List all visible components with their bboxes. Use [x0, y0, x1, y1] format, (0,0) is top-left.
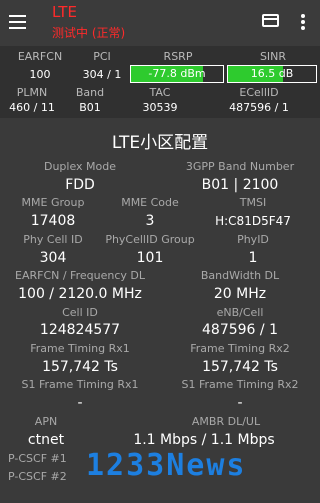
band-number-value: B01 | 2100: [201, 177, 279, 193]
menu-icon[interactable]: [9, 15, 26, 29]
s1-frame-timing-rx2-value: -: [237, 395, 243, 411]
duplex-mode-value: FDD: [65, 177, 95, 193]
band-header: Band: [75, 86, 105, 99]
mme-group-label: MME Group: [21, 196, 85, 209]
frame-timing-rx1-label: Frame Timing Rx1: [30, 342, 130, 355]
enb-cell-value: 487596 / 1: [202, 322, 278, 338]
phy-cell-id-label: Phy Cell ID: [23, 233, 83, 246]
more-vert-icon[interactable]: [300, 14, 306, 30]
rsrp-value: -77.8 dBm: [148, 67, 206, 80]
signal-summary: EARFCN PCI RSRP SINR 100 304 / 1 -77.8 d…: [0, 46, 320, 118]
s1-frame-timing-rx1-label: S1 Frame Timing Rx1: [21, 378, 139, 391]
tac-header: TAC: [149, 86, 171, 99]
earfcn-header: EARFCN: [17, 50, 63, 63]
frame-timing-rx1-value: 157,742 Ts: [42, 359, 118, 375]
enb-cell-label: eNB/Cell: [216, 306, 264, 319]
earfcn-frequency-value: 100 / 2120.0 MHz: [18, 286, 142, 302]
rsrp-level-bar: -77.8 dBm: [130, 65, 224, 83]
frame-timing-rx2-label: Frame Timing Rx2: [190, 342, 290, 355]
cell-id-value: 124824577: [39, 322, 121, 338]
sinr-level-bar: 16.5 dB: [227, 65, 317, 83]
app-bar: LTE 测试中 (正常): [0, 0, 320, 46]
s1-frame-timing-rx2-label: S1 Frame Timing Rx2: [181, 378, 299, 391]
pci-header: PCI: [93, 50, 111, 63]
ecellid-header: ECellID: [239, 86, 279, 99]
pcscf1-label: P-CSCF #1: [8, 452, 67, 465]
rsrp-header: RSRP: [163, 50, 193, 63]
ambr-value: 1.1 Mbps / 1.1 Mbps: [133, 432, 275, 448]
ecellid-value: 487596 / 1: [229, 101, 289, 114]
duplex-mode-label: Duplex Mode: [43, 160, 117, 173]
bandwidth-value: 20 MHz: [213, 286, 267, 302]
frame-timing-rx2-value: 157,742 Ts: [202, 359, 278, 375]
tmsi-value: H:C81D5F47: [215, 214, 291, 228]
app-title: LTE: [52, 3, 77, 21]
bandwidth-label: BandWidth DL: [200, 269, 280, 282]
mme-code-value: 3: [145, 213, 155, 229]
sinr-value: 16.5 dB: [250, 67, 294, 80]
sinr-header: SINR: [259, 50, 287, 63]
card-icon[interactable]: [262, 14, 279, 27]
phyid-value: 1: [248, 250, 258, 266]
tac-value: 30539: [142, 101, 178, 114]
phy-cell-id-value: 304: [39, 250, 67, 266]
ambr-label: AMBR DL/UL: [191, 415, 261, 428]
earfcn-value: 100: [29, 68, 51, 81]
band-value: B01: [79, 101, 101, 114]
s1-frame-timing-rx1-value: -: [77, 395, 83, 411]
tmsi-label: TMSI: [239, 196, 267, 209]
cell-id-label: Cell ID: [62, 306, 98, 319]
earfcn-frequency-label: EARFCN / Frequency DL: [15, 269, 145, 282]
pcscf2-label: P-CSCF #2: [8, 470, 67, 483]
app-subtitle: 测试中 (正常): [52, 26, 126, 40]
phycellid-group-value: 101: [136, 250, 164, 266]
plmn-header: PLMN: [16, 86, 48, 99]
section-title: LTE小区配置: [111, 133, 209, 153]
mme-group-value: 17408: [30, 213, 76, 229]
phycellid-group-label: PhyCellID Group: [105, 233, 195, 246]
apn-label: APN: [34, 415, 58, 428]
mme-code-label: MME Code: [121, 196, 179, 209]
watermark-logo: 1233News: [86, 448, 247, 483]
band-number-label: 3GPP Band Number: [185, 160, 295, 173]
plmn-value: 460 / 11: [9, 101, 55, 114]
phyid-label: PhyID: [237, 233, 269, 246]
pci-value: 304 / 1: [82, 68, 122, 81]
